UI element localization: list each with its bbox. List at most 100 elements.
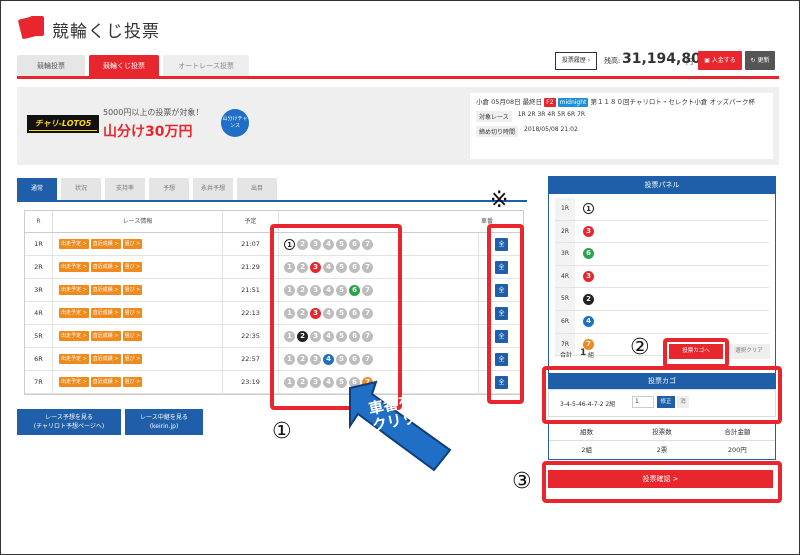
race-prediction-link[interactable]: レース予想を見る (チャリロト予想ページへ)	[17, 409, 121, 435]
selected-car: 2	[583, 293, 594, 305]
tab-autorace[interactable]: オートレース投票	[163, 55, 249, 77]
tab-nagai-prediction[interactable]: 永井予想	[193, 178, 233, 200]
entry-button[interactable]: 出走予定 >	[59, 285, 89, 295]
annotation-number-1: ①	[272, 419, 292, 444]
panel-race-label: 2R	[555, 220, 575, 243]
grade-tag: F2	[544, 98, 556, 107]
panel-race-label: 1R	[555, 198, 575, 220]
tips-button[interactable]: 狙び >	[122, 285, 143, 295]
tips-button[interactable]: 狙び >	[122, 377, 143, 387]
summary-header-sets: 組数	[580, 428, 594, 436]
promo-headline: 山分け30万円	[103, 124, 193, 140]
clear-selection-button[interactable]: 選択クリア	[728, 344, 770, 359]
panel-race-label: 5R	[555, 288, 575, 310]
race-tabs-underline	[17, 200, 527, 202]
tips-button[interactable]: 狙び >	[122, 354, 143, 364]
tab-status[interactable]: 状況	[61, 178, 101, 200]
results-button[interactable]: 直近成績 >	[90, 331, 121, 341]
results-button[interactable]: 直近成績 >	[90, 377, 121, 387]
tips-button[interactable]: 狙び >	[122, 262, 143, 272]
results-button[interactable]: 直近成績 >	[90, 239, 121, 249]
midnight-tag: midnight	[557, 98, 589, 107]
tips-button[interactable]: 狙び >	[122, 331, 143, 341]
tab-keirin[interactable]: 競輪投票	[17, 55, 85, 77]
balance-label: 残高:	[604, 57, 621, 65]
entry-button[interactable]: 出走予定 >	[59, 331, 89, 341]
annotation-box-2	[663, 338, 729, 368]
header-r: R	[25, 211, 53, 232]
panel-row: 5R 2	[555, 288, 769, 311]
race-number: 6R	[25, 348, 53, 370]
annotation-box-3	[542, 461, 782, 503]
annotation-number-3: ③	[512, 469, 532, 494]
race-info-cell: 出走予定 > 直近成績 > 狙び >	[53, 302, 223, 324]
race-info-cell: 出走予定 > 直近成績 > 狙び >	[53, 325, 223, 347]
vote-panel-title: 投票パネル	[549, 177, 775, 194]
entry-button[interactable]: 出走予定 >	[59, 354, 89, 364]
results-button[interactable]: 直近成績 >	[90, 262, 121, 272]
summary-votes: 2票	[656, 446, 668, 454]
selected-car: 3	[583, 271, 594, 283]
header-info: レース情報	[53, 211, 223, 232]
vote-history-button[interactable]: 投票履歴 ›	[555, 52, 597, 70]
race-number: 7R	[25, 371, 53, 393]
tabs-underline	[17, 76, 779, 79]
panel-race-label: 4R	[555, 265, 575, 288]
tab-normal[interactable]: 通常	[17, 178, 57, 200]
race-number: 1R	[25, 233, 53, 255]
summary-header-votes: 投票数	[652, 428, 672, 436]
selected-car: 1	[583, 203, 594, 215]
race-prefix: 小倉 05月08日 最終日	[476, 98, 543, 106]
race-info-cell: 出走予定 > 直近成績 > 狙び >	[53, 256, 223, 278]
main-tabs: 競輪投票 競輪くじ投票 オートレース投票	[17, 55, 249, 77]
refresh-button[interactable]: ↻ 更新	[745, 51, 775, 70]
promo-subtext: 5000円以上の投票が対象！	[103, 108, 204, 117]
selected-car: 6	[583, 248, 594, 260]
panel-row: 6R 4	[555, 310, 769, 334]
vote-panel-rows: 1R 1 2R 3 3R 6 4R 3 5R 2 6R 4 7R 7	[549, 198, 775, 357]
results-button[interactable]: 直近成績 >	[90, 285, 121, 295]
entry-button[interactable]: 出走予定 >	[59, 377, 89, 387]
tab-deme[interactable]: 出目	[237, 178, 277, 200]
race-info-cell: 出走予定 > 直近成績 > 狙び >	[53, 233, 223, 255]
annotation-box-cart	[542, 366, 782, 424]
page-title: 競輪くじ投票	[52, 22, 160, 42]
total-count: 1	[580, 348, 587, 358]
charilot-logo: チャリ-LOTO5	[27, 115, 99, 133]
race-info-cell: 出走予定 > 直近成績 > 狙び >	[53, 348, 223, 370]
entry-button[interactable]: 出走予定 >	[59, 239, 89, 249]
tips-button[interactable]: 狙び >	[122, 239, 143, 249]
panel-row: 1R 1	[555, 198, 769, 221]
results-button[interactable]: 直近成績 >	[90, 308, 121, 318]
summary-sets: 2組	[581, 446, 592, 454]
race-title: 第１１８０回チャリロト・セレクト小倉 オッズパーク杯	[590, 98, 755, 106]
total-unit: 組	[588, 352, 595, 359]
race-live-link[interactable]: レース中継を見る (keirin.jp)	[125, 409, 203, 435]
panel-row: 3R 6	[555, 243, 769, 266]
target-race-value: 1R 2R 3R 4R 5R 6R 7R	[517, 111, 586, 118]
race-number: 4R	[25, 302, 53, 324]
deadline-key: 締め切り時間	[476, 126, 519, 137]
tab-support[interactable]: 支持率	[105, 178, 145, 200]
entry-button[interactable]: 出走予定 >	[59, 308, 89, 318]
panel-race-label: 6R	[555, 310, 575, 333]
annotation-box-note	[487, 224, 524, 404]
wallet-icon: ▣	[704, 57, 712, 64]
tab-keirin-kuji[interactable]: 競輪くじ投票	[89, 55, 159, 77]
race-number: 3R	[25, 279, 53, 301]
tips-button[interactable]: 狙び >	[122, 308, 143, 318]
race-tabs: 通常 状況 支持率 予想 永井予想 出目	[17, 178, 277, 200]
race-info-cell: 出走予定 > 直近成績 > 狙び >	[53, 371, 223, 393]
annotation-note-mark: ※	[490, 188, 509, 213]
tab-prediction[interactable]: 予想	[149, 178, 189, 200]
deposit-button[interactable]: ▣ 入金する	[698, 51, 742, 70]
race-info-box: 小倉 05月08日 最終日 F2 midnight 第１１８０回チャリロト・セレ…	[470, 93, 773, 159]
race-number: 5R	[25, 325, 53, 347]
panel-race-label: 3R	[555, 243, 575, 265]
summary-header-amount: 合計金額	[724, 428, 751, 436]
results-button[interactable]: 直近成績 >	[90, 354, 121, 364]
entry-button[interactable]: 出走予定 >	[59, 262, 89, 272]
app-logo	[17, 14, 48, 40]
chance-badge: 山分けチャンス	[221, 109, 249, 137]
selected-car: 4	[583, 316, 594, 328]
